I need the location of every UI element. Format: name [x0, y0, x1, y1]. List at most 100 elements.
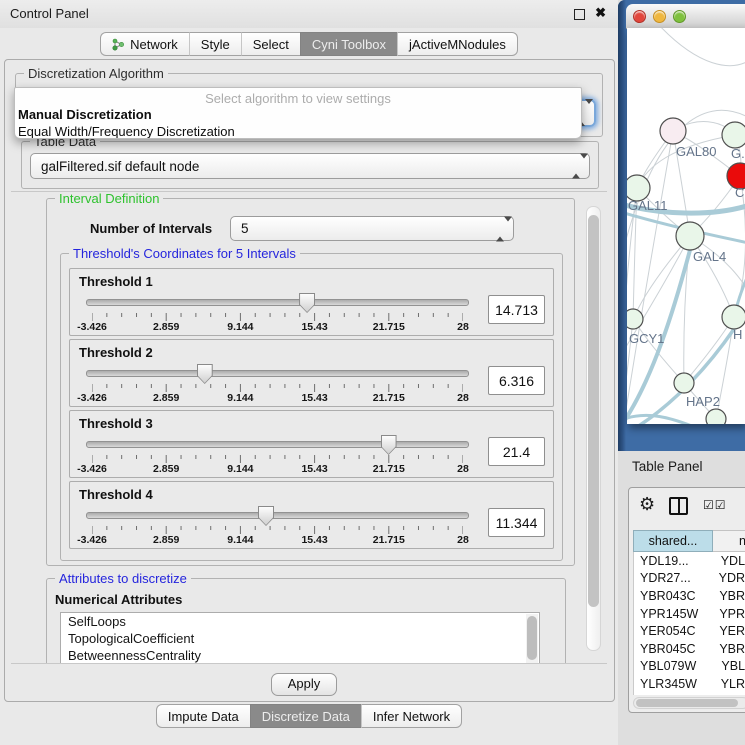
- table-row[interactable]: YER054CYER0: [634, 622, 745, 640]
- dropdown-option[interactable]: Equal Width/Frequency Discretization: [15, 123, 581, 139]
- dropdown-placeholder-item[interactable]: Select algorithm to view settings: [15, 88, 581, 106]
- tick-label: -3.426: [77, 463, 107, 475]
- bottom-tab-infer-network[interactable]: Infer Network: [361, 704, 462, 728]
- network-node-g[interactable]: [722, 122, 745, 148]
- tick-label: 2.859: [153, 321, 179, 333]
- dropdown-option[interactable]: Manual Discretization: [15, 106, 581, 123]
- network-node-label: GAL80: [676, 144, 716, 159]
- tick-label: 21.715: [373, 392, 405, 404]
- vertical-scrollbar-thumb[interactable]: [588, 215, 599, 607]
- slider-handle[interactable]: [197, 364, 213, 384]
- attribute-list-item[interactable]: BetweennessCentrality: [61, 647, 539, 664]
- threshold-slider[interactable]: -3.4262.8599.14415.4321.71528: [80, 363, 475, 405]
- cell-name: YBL0: [711, 659, 745, 673]
- cell-shared-name: YPR145W: [634, 607, 709, 621]
- table-data-combobox-value: galFiltered.sif default node: [41, 159, 199, 174]
- network-edge[interactable]: [657, 28, 745, 66]
- network-view-window: GAL80G.CGAL11GAL4GCY1HHAP2: [618, 0, 745, 451]
- cell-shared-name: YLR345W: [634, 677, 711, 691]
- table-row[interactable]: YBR045CYBR0: [634, 640, 745, 658]
- attribute-list-item[interactable]: SelfLoops: [61, 613, 539, 630]
- tab-label: Select: [253, 37, 289, 52]
- cell-name: YPR1: [709, 607, 745, 621]
- number-of-intervals-combobox[interactable]: 5: [230, 216, 514, 241]
- tab-label: Impute Data: [168, 709, 239, 724]
- table-header-row: shared... n: [633, 530, 745, 552]
- horizontal-scrollbar-thumb[interactable]: [636, 699, 738, 707]
- tick-label: 2.859: [153, 392, 179, 404]
- tick-label: 9.144: [227, 463, 253, 475]
- threshold-slider[interactable]: -3.4262.8599.14415.4321.71528: [80, 434, 475, 476]
- gear-icon[interactable]: ⚙: [639, 494, 655, 514]
- threshold-slider[interactable]: -3.4262.8599.14415.4321.71528: [80, 505, 475, 547]
- tick-label: 28: [457, 534, 469, 546]
- network-window-titlebar[interactable]: [626, 4, 745, 29]
- tick-label: 9.144: [227, 392, 253, 404]
- threshold-value-field[interactable]: 14.713: [488, 295, 545, 324]
- network-node-label: GCY1: [629, 331, 664, 346]
- threshold-slider[interactable]: -3.4262.8599.14415.4321.71528: [80, 292, 475, 334]
- tick-label: 21.715: [373, 463, 405, 475]
- tab-jactivemnodules[interactable]: jActiveMNodules: [397, 32, 518, 56]
- slider-handle[interactable]: [258, 506, 274, 526]
- threshold-value-field[interactable]: 11.344: [488, 508, 545, 537]
- tab-network[interactable]: Network: [100, 32, 189, 56]
- interval-definition-group-label: Interval Definition: [55, 191, 163, 206]
- network-node-gal80[interactable]: [660, 118, 686, 144]
- table-row[interactable]: YBL079WYBL0: [634, 658, 745, 676]
- right-side: GAL80G.CGAL11GAL4GCY1HHAP2 Table Panel ⚙…: [618, 0, 745, 745]
- minimize-traffic-light[interactable]: [653, 10, 666, 23]
- network-node-hap2[interactable]: [674, 373, 694, 393]
- settings-scroll-area: Interval Definition Number of Intervals …: [11, 191, 607, 664]
- cell-name: YDR2: [709, 571, 745, 585]
- bottom-tab-impute-data[interactable]: Impute Data: [156, 704, 250, 728]
- tick-label: 15.43: [301, 321, 327, 333]
- apply-button[interactable]: Apply: [271, 673, 337, 696]
- bottom-tab-discretize-data[interactable]: Discretize Data: [250, 704, 361, 728]
- tick-label: -3.426: [77, 392, 107, 404]
- numerical-attributes-list: SelfLoopsTopologicalCoefficientBetweenne…: [60, 612, 540, 664]
- checkbox-filter-icons[interactable]: ☑☑: [703, 498, 727, 512]
- column-header-name[interactable]: n: [713, 530, 745, 552]
- column-header-shared-name[interactable]: shared...: [633, 530, 713, 552]
- horizontal-scrollbar[interactable]: [633, 697, 745, 709]
- threshold-value-field[interactable]: 21.4: [488, 437, 545, 466]
- tab-cyni-toolbox[interactable]: Cyni Toolbox: [300, 32, 397, 56]
- network-node[interactable]: [706, 409, 726, 424]
- close-panel-icon[interactable]: ✖: [595, 5, 606, 21]
- vertical-scrollbar[interactable]: [586, 206, 601, 651]
- table-row[interactable]: YLR345WYLR3: [634, 675, 745, 693]
- tab-label: Network: [130, 37, 178, 52]
- zoom-traffic-light[interactable]: [673, 10, 686, 23]
- list-scrollbar-thumb[interactable]: [527, 616, 537, 660]
- table-row[interactable]: YDR27...YDR2: [634, 570, 745, 588]
- threshold-value-field[interactable]: 6.316: [488, 366, 545, 395]
- column-layout-icon[interactable]: [669, 497, 688, 515]
- tab-select[interactable]: Select: [241, 32, 300, 56]
- slider-handle[interactable]: [381, 435, 397, 455]
- tab-label: Style: [201, 37, 230, 52]
- close-traffic-light[interactable]: [633, 10, 646, 23]
- network-node-h[interactable]: [722, 305, 745, 329]
- table-row[interactable]: YPR145WYPR1: [634, 605, 745, 623]
- tick-label: 15.43: [301, 534, 327, 546]
- table-data-combobox[interactable]: galFiltered.sif default node: [30, 153, 590, 179]
- table-row[interactable]: YIL052CYIL0: [634, 693, 745, 695]
- cell-name: YDL1: [711, 554, 745, 568]
- tick-label: 15.43: [301, 463, 327, 475]
- network-node-gal4[interactable]: [676, 222, 704, 250]
- network-canvas[interactable]: GAL80G.CGAL11GAL4GCY1HHAP2: [627, 28, 745, 424]
- thresholds-group: Threshold's Coordinates for 5 Intervals …: [60, 253, 563, 561]
- table-row[interactable]: YDL19...YDL1: [634, 552, 745, 570]
- slider-handle[interactable]: [299, 293, 315, 313]
- attribute-list-item[interactable]: TopologicalCoefficient: [61, 630, 539, 647]
- table-row[interactable]: YBR043CYBR0: [634, 587, 745, 605]
- network-node-gcy1[interactable]: [627, 309, 643, 329]
- tab-style[interactable]: Style: [189, 32, 241, 56]
- table-data-group: Table Data galFiltered.sif default node: [21, 141, 599, 189]
- network-edge-highlighted[interactable]: [627, 415, 697, 424]
- control-panel-titlebar: Control Panel ✖: [0, 0, 618, 28]
- slider-tick-labels: -3.4262.8599.14415.4321.71528: [92, 392, 463, 404]
- list-scrollbar[interactable]: [526, 614, 538, 664]
- float-panel-icon[interactable]: [574, 9, 585, 20]
